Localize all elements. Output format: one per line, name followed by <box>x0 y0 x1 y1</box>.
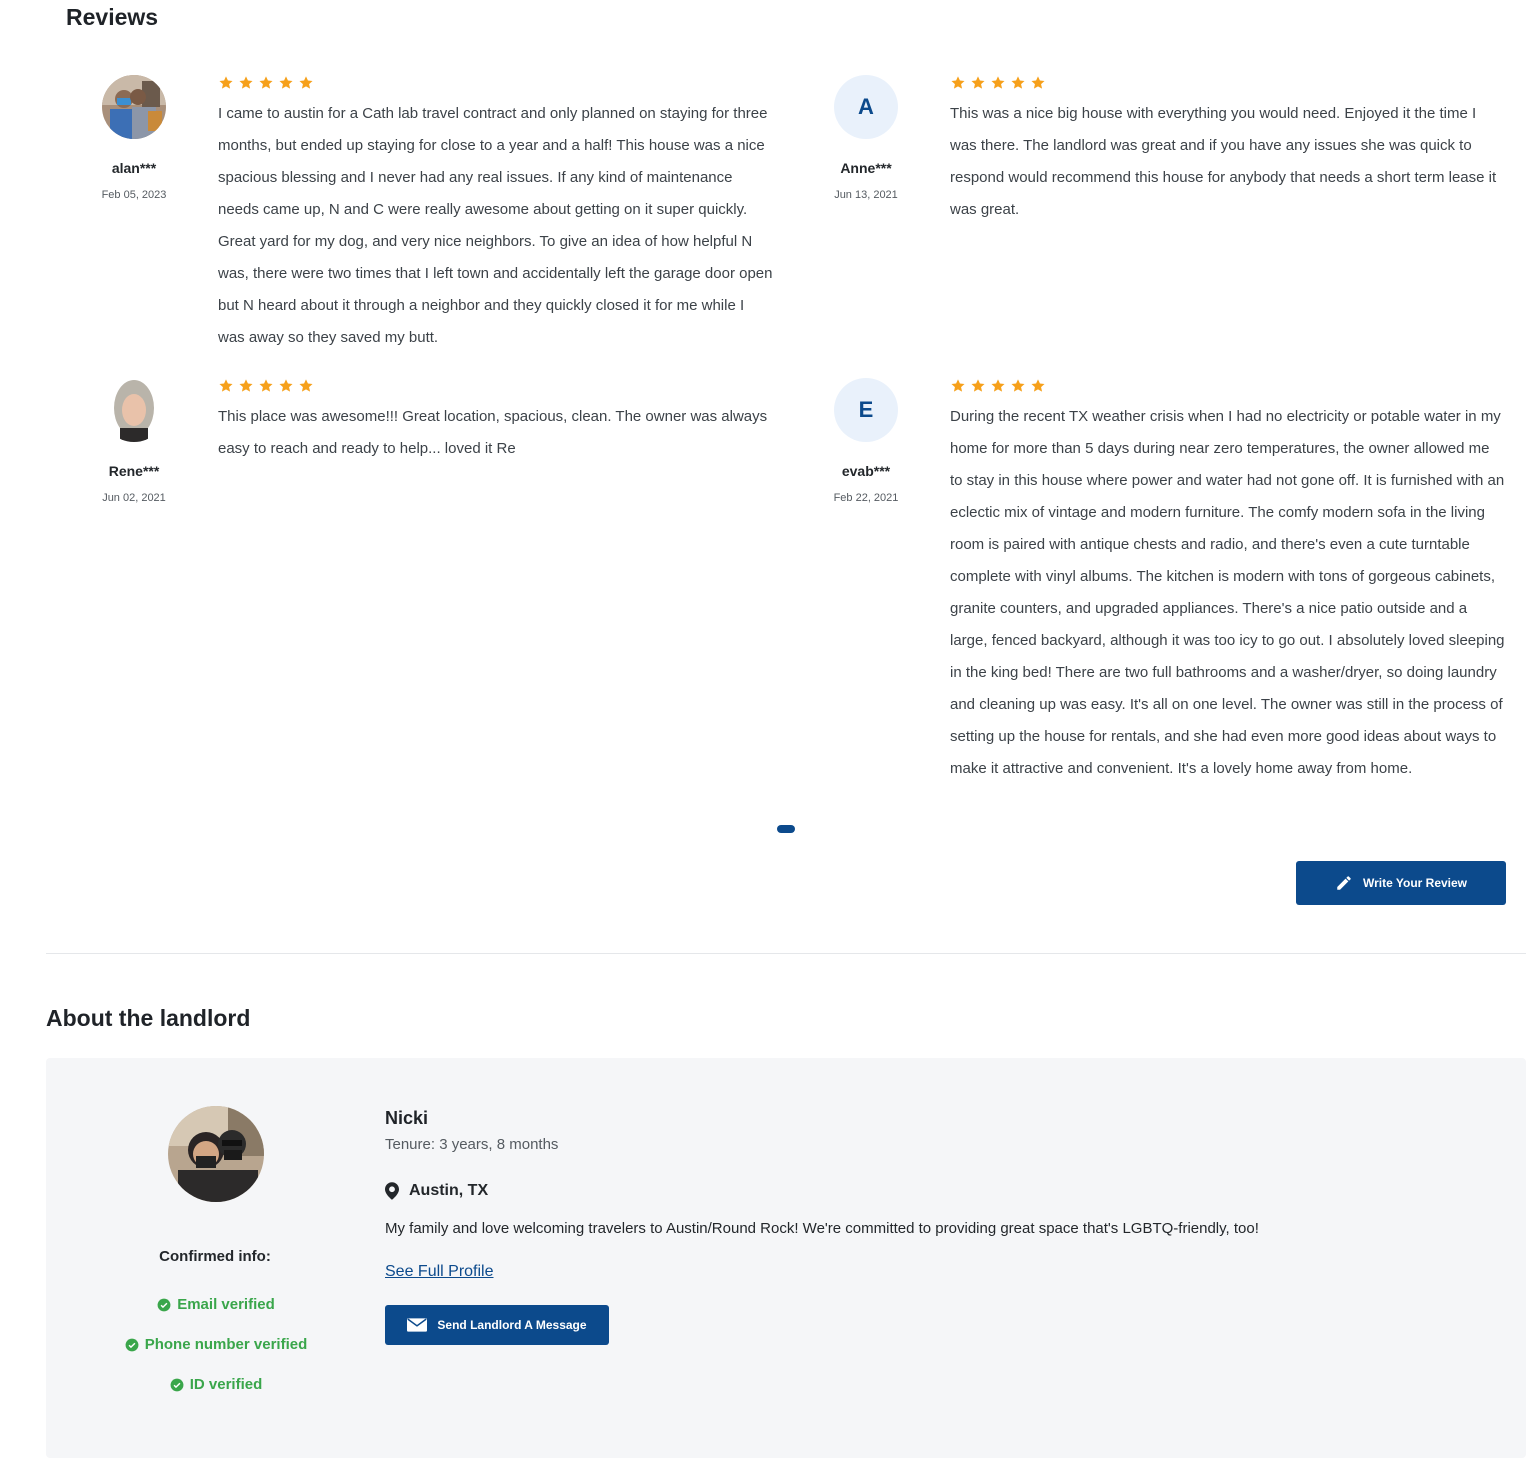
reviewer-avatar <box>102 378 166 442</box>
star-icon <box>239 379 253 392</box>
star-icon <box>991 76 1005 89</box>
star-icon <box>951 76 965 89</box>
check-circle-icon <box>170 1378 184 1391</box>
star-icon <box>279 379 293 392</box>
star-rating <box>218 378 314 394</box>
review-date: Feb 05, 2023 <box>101 189 167 201</box>
review-date: Jun 13, 2021 <box>834 189 898 201</box>
star-icon <box>259 379 273 392</box>
carousel-page-dot[interactable] <box>777 825 795 833</box>
verification-label: ID verified <box>189 1376 263 1393</box>
check-circle-icon <box>157 1298 171 1311</box>
review-text: During the recent TX weather crisis when… <box>950 408 1505 777</box>
reviewer-avatar: E <box>834 378 898 442</box>
star-icon <box>1011 379 1025 392</box>
star-icon <box>219 379 233 392</box>
id-verified-badge: ID verified <box>66 1376 366 1393</box>
star-icon <box>299 76 313 89</box>
reviewer-name: evab*** <box>841 463 891 479</box>
review-date: Jun 02, 2021 <box>102 492 166 504</box>
confirmed-info-label: Confirmed info: <box>159 1248 271 1265</box>
write-review-button[interactable]: Write Your Review <box>1296 861 1506 905</box>
landlord-name: Nicki <box>385 1108 429 1128</box>
star-icon <box>991 379 1005 392</box>
star-icon <box>239 76 253 89</box>
reviewer-avatar <box>102 75 166 139</box>
review-card: Rene*** Jun 02, 2021 This place was awes… <box>0 300 780 504</box>
star-icon <box>1031 379 1045 392</box>
reviewer-name: Anne*** <box>840 160 892 176</box>
star-icon <box>971 379 985 392</box>
star-icon <box>971 76 985 89</box>
review-card: E evab*** Feb 22, 2021 During the recent… <box>780 300 1520 820</box>
review-text: This place was awesome!!! Great location… <box>218 408 768 457</box>
about-landlord-heading: About the landlord <box>46 1005 251 1031</box>
verification-label: Phone number verified <box>144 1336 308 1353</box>
section-divider <box>46 953 1526 954</box>
reviewer-name: alan*** <box>111 160 157 176</box>
star-rating <box>950 378 1046 394</box>
see-full-profile-link[interactable]: See Full Profile <box>385 1263 494 1281</box>
star-icon <box>951 379 965 392</box>
review-date: Feb 22, 2021 <box>833 492 899 504</box>
reviewer-avatar: A <box>834 75 898 139</box>
send-message-label: Send Landlord A Message <box>437 1318 587 1332</box>
verification-label: Email verified <box>177 1296 275 1313</box>
landlord-location: Austin, TX <box>385 1182 488 1200</box>
star-rating <box>218 75 314 91</box>
location-label: Austin, TX <box>409 1182 489 1199</box>
check-circle-icon <box>125 1338 139 1351</box>
star-icon <box>1011 76 1025 89</box>
landlord-tenure: Tenure: 3 years, 8 months <box>385 1136 559 1153</box>
star-icon <box>259 76 273 89</box>
star-icon <box>219 76 233 89</box>
envelope-icon <box>407 1318 428 1332</box>
write-review-label: Write Your Review <box>1362 876 1468 890</box>
phone-verified-badge: Phone number verified <box>66 1336 366 1353</box>
star-rating <box>950 75 1046 91</box>
star-icon <box>1031 76 1045 89</box>
pencil-icon <box>1337 876 1351 890</box>
review-text: This was a nice big house with everythin… <box>950 105 1497 218</box>
landlord-avatar <box>168 1106 264 1202</box>
landlord-bio: My family and love welcoming travelers t… <box>385 1220 1259 1237</box>
send-message-button[interactable]: Send Landlord A Message <box>385 1305 609 1345</box>
star-icon <box>279 76 293 89</box>
map-pin-icon <box>385 1182 399 1200</box>
star-icon <box>299 379 313 392</box>
email-verified-badge: Email verified <box>66 1296 366 1313</box>
reviewer-name: Rene*** <box>108 463 160 479</box>
